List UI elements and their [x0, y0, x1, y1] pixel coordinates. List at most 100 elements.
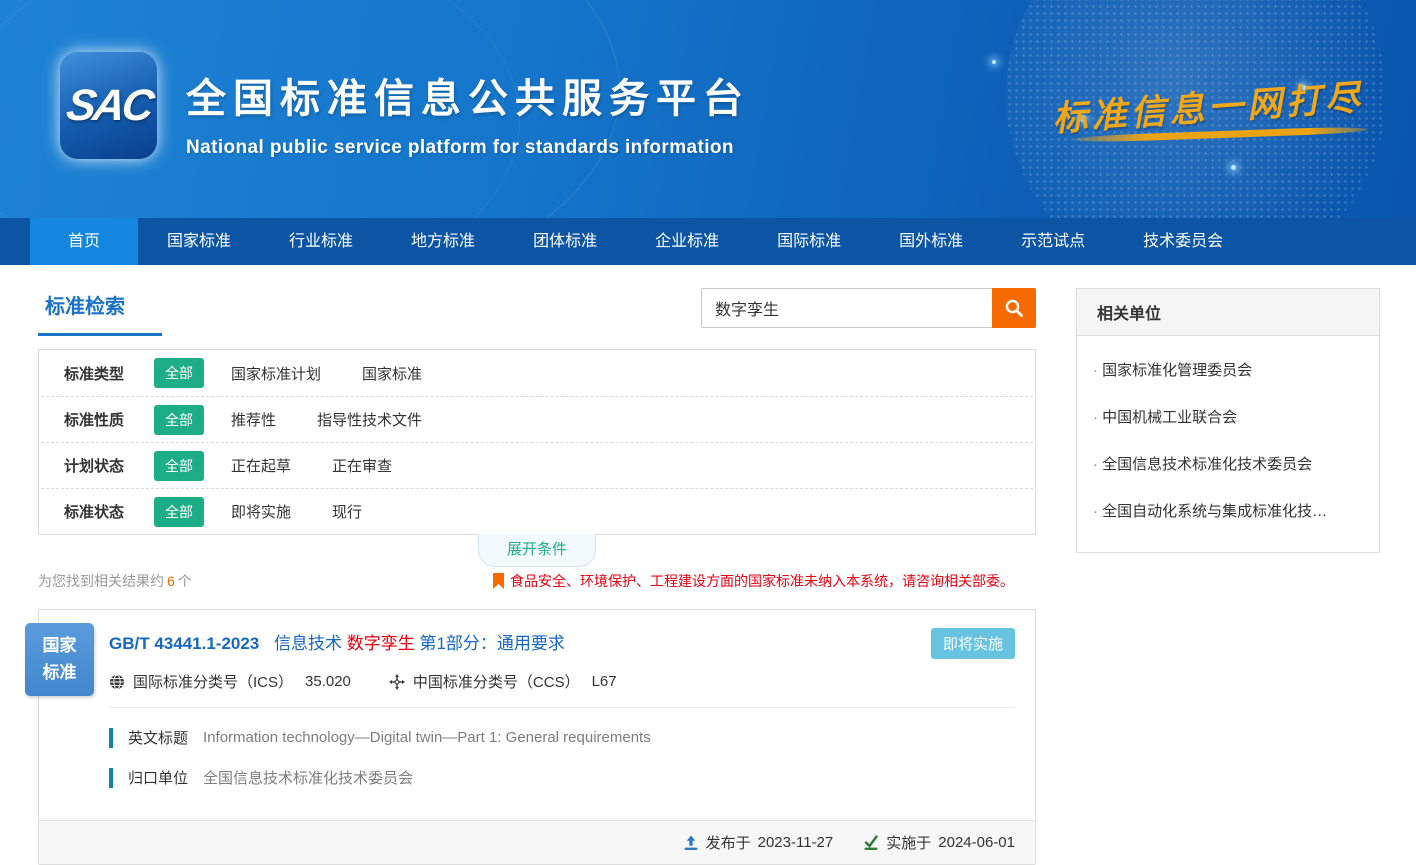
national-standard-badge: 国家 标准 [25, 623, 94, 696]
filter-label: 标准性质 [64, 409, 154, 430]
expand-conditions-button[interactable]: 展开条件 [478, 534, 596, 567]
nav-item-label: 团体标准 [533, 233, 597, 250]
standard-title: GB/T 43441.1-2023 信息技术 数字孪生 第1部分：通用要求 [109, 629, 1015, 654]
row-marker-bar [109, 728, 113, 748]
detail-label: 英文标题 [128, 727, 188, 748]
filter-option[interactable]: 国家标准 [362, 363, 422, 384]
filter-option[interactable]: 国家标准计划 [231, 363, 321, 384]
sidebar-item-it-standardization-committee[interactable]: 全国信息技术标准化技术委员会 [1093, 440, 1363, 487]
compass-icon [389, 674, 405, 690]
filter-all-button[interactable]: 全部 [154, 358, 204, 388]
detail-row-committee: 归口单位 全国信息技术标准化技术委员会 [109, 767, 1015, 788]
nav-item-international-standards[interactable]: 国际标准 [748, 218, 870, 265]
banner-titles: 全国标准信息公共服务平台 National public service pla… [186, 66, 750, 159]
spark-decoration [1231, 165, 1236, 170]
search-bar [701, 288, 1036, 328]
sac-logo[interactable]: SAC [60, 52, 157, 159]
nav-item-technical-committee[interactable]: 技术委员会 [1114, 218, 1252, 265]
nav-item-industry-standards[interactable]: 行业标准 [260, 218, 382, 265]
filter-panel: 标准类型 全部 国家标准计划 国家标准 标准性质 全部 推荐性 指导性技术文件 … [38, 349, 1036, 535]
publish-date: 2023-11-27 [758, 834, 834, 851]
standard-code-link[interactable]: GB/T 43441.1-2023 [109, 634, 259, 653]
row-marker-bar [109, 768, 113, 788]
results-count-suffix: 个 [178, 573, 192, 589]
nav-item-local-standards[interactable]: 地方标准 [382, 218, 504, 265]
detail-value: Information technology—Digital twin—Part… [203, 729, 651, 746]
filter-label: 标准状态 [64, 501, 154, 522]
detail-label: 归口单位 [128, 767, 188, 788]
card-footer: 发布于 2023-11-27 实施于 2024-06-01 [39, 820, 1035, 864]
filter-row-plan-status: 计划状态 全部 正在起草 正在审查 [41, 442, 1033, 488]
filter-option[interactable]: 即将实施 [231, 501, 291, 522]
implement-date: 2024-06-01 [938, 834, 1015, 851]
site-title: 全国标准信息公共服务平台 [186, 66, 750, 124]
sidebar-item-machinery-federation[interactable]: 中国机械工业联合会 [1093, 393, 1363, 440]
filter-all-button[interactable]: 全部 [154, 497, 204, 527]
nav-item-pilot-program[interactable]: 示范试点 [992, 218, 1114, 265]
filter-all-button[interactable]: 全部 [154, 451, 204, 481]
results-count-number: 6 [167, 573, 175, 589]
nav-item-label: 示范试点 [1021, 233, 1085, 250]
nav-item-label: 国际标准 [777, 233, 841, 250]
results-summary-row: 为您找到相关结果约6个 食品安全、环境保护、工程建设方面的国家标准未纳入本系统，… [38, 571, 1036, 591]
implement-check-icon [863, 835, 879, 851]
ccs-label: 中国标准分类号（CCS） [413, 671, 580, 692]
nav-item-label: 首页 [68, 233, 100, 250]
bookmark-icon [493, 573, 504, 589]
filter-row-standard-nature: 标准性质 全部 推荐性 指导性技术文件 [41, 396, 1033, 442]
site-subtitle: National public service platform for sta… [186, 137, 750, 159]
nav-item-home[interactable]: 首页 [30, 218, 138, 265]
globe-icon [109, 674, 125, 690]
standard-result-card: 国家 标准 即将实施 GB/T 43441.1-2023 信息技术 数字孪生 第… [38, 609, 1036, 865]
system-notice: 食品安全、环境保护、工程建设方面的国家标准未纳入本系统，请咨询相关部委。 [493, 571, 1014, 591]
card-divider [109, 707, 1015, 708]
implement-label: 实施于 [886, 832, 931, 853]
related-units-panel: 相关单位 国家标准化管理委员会 中国机械工业联合会 全国信息技术标准化技术委员会… [1076, 288, 1380, 553]
standard-title-cn: 信息技术 [274, 634, 342, 653]
filter-label: 计划状态 [64, 455, 154, 476]
search-button[interactable] [992, 288, 1036, 328]
spark-decoration [992, 60, 996, 64]
sidebar-item-sac[interactable]: 国家标准化管理委员会 [1093, 346, 1363, 393]
main-content: 标准检索 标准类型 全部 国家标准计划 国家标准 [0, 265, 1416, 865]
search-input[interactable] [701, 288, 992, 328]
detail-value: 全国信息技术标准化技术委员会 [203, 767, 413, 788]
notice-text: 食品安全、环境保护、工程建设方面的国家标准未纳入本系统，请咨询相关部委。 [510, 571, 1014, 591]
page-title: 标准检索 [38, 288, 162, 336]
nav-item-label: 国外标准 [899, 233, 963, 250]
filter-all-button[interactable]: 全部 [154, 405, 204, 435]
filter-option[interactable]: 推荐性 [231, 409, 276, 430]
filter-row-standard-status: 标准状态 全部 即将实施 现行 [41, 488, 1033, 534]
nav-item-national-standards[interactable]: 国家标准 [138, 218, 260, 265]
sidebar-column: 相关单位 国家标准化管理委员会 中国机械工业联合会 全国信息技术标准化技术委员会… [1076, 288, 1380, 865]
badge-line: 国家 [43, 633, 77, 659]
ccs-value: L67 [592, 673, 617, 690]
publish-upload-icon [683, 835, 699, 851]
sidebar-item-automation-committee[interactable]: 全国自动化系统与集成标准化技… [1093, 487, 1363, 534]
publish-label: 发布于 [706, 832, 751, 853]
filter-option[interactable]: 指导性技术文件 [317, 409, 422, 430]
nav-item-foreign-standards[interactable]: 国外标准 [870, 218, 992, 265]
filter-row-standard-type: 标准类型 全部 国家标准计划 国家标准 [41, 350, 1033, 396]
ccs-classification: 中国标准分类号（CCS） L67 [389, 671, 617, 692]
standard-title-part: 第1部分：通用要求 [419, 634, 564, 653]
nav-item-label: 国家标准 [167, 233, 231, 250]
filter-label: 标准类型 [64, 363, 154, 384]
nav-item-label: 地方标准 [411, 233, 475, 250]
classification-row: 国际标准分类号（ICS） 35.020 [109, 671, 1015, 692]
card-body: GB/T 43441.1-2023 信息技术 数字孪生 第1部分：通用要求 [39, 610, 1035, 804]
nav-item-enterprise-standards[interactable]: 企业标准 [626, 218, 748, 265]
results-count-text: 为您找到相关结果约6个 [38, 571, 192, 591]
magnifier-icon [1004, 298, 1024, 318]
related-units-title: 相关单位 [1077, 289, 1379, 336]
standard-title-keyword: 数字孪生 [347, 634, 415, 653]
filter-option[interactable]: 正在审查 [332, 455, 392, 476]
results-count-prefix: 为您找到相关结果约 [38, 573, 164, 589]
nav-item-group-standards[interactable]: 团体标准 [504, 218, 626, 265]
filter-option[interactable]: 正在起草 [231, 455, 291, 476]
filter-option[interactable]: 现行 [332, 501, 362, 522]
ics-label: 国际标准分类号（ICS） [133, 671, 293, 692]
results-column: 标准检索 标准类型 全部 国家标准计划 国家标准 [38, 288, 1036, 865]
status-badge: 即将实施 [931, 628, 1015, 659]
publish-date-item: 发布于 2023-11-27 [683, 832, 834, 853]
